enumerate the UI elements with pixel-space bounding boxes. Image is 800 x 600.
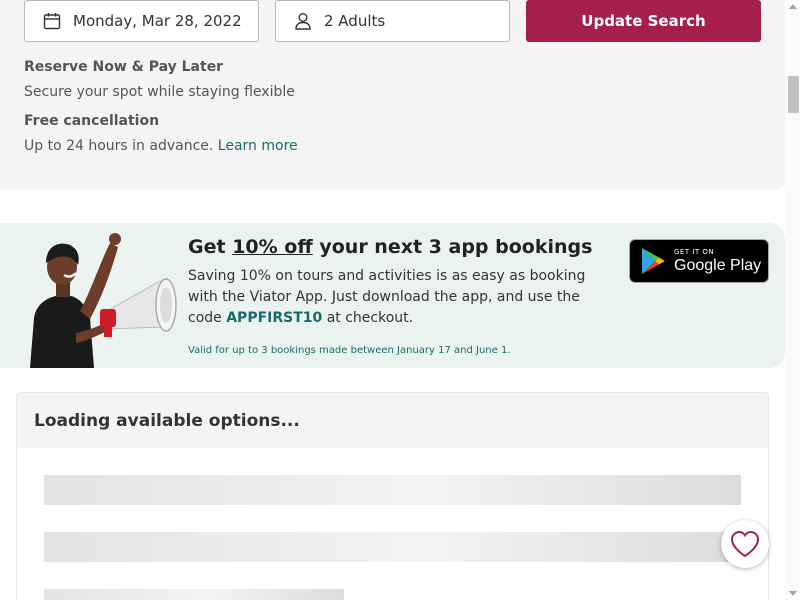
- available-options-card: Loading available options...: [16, 392, 769, 600]
- promo-fine-print: Valid for up to 3 bookings made between …: [188, 345, 511, 356]
- learn-more-link[interactable]: Learn more: [218, 138, 298, 154]
- google-play-small-text: GET IT ON: [674, 247, 715, 256]
- favorite-button[interactable]: [721, 520, 769, 568]
- page-scrollbar[interactable]: [785, 0, 800, 600]
- google-play-badge[interactable]: GET IT ON Google Play: [629, 239, 769, 283]
- guests-value: 2 Adults: [324, 12, 386, 30]
- promo-title: Get 10% off your next 3 app bookings: [188, 236, 592, 258]
- scroll-up-arrow-icon[interactable]: [789, 4, 797, 9]
- promo-title-suffix: your next 3 app bookings: [312, 236, 593, 258]
- promo-body-suffix: at checkout.: [322, 310, 414, 326]
- update-search-button[interactable]: Update Search: [526, 0, 761, 42]
- promo-title-highlight: 10% off: [232, 236, 313, 258]
- scrollbar-thumb[interactable]: [788, 76, 799, 113]
- promo-title-prefix: Get: [188, 236, 233, 258]
- loading-skeleton-line: [44, 532, 741, 562]
- options-loading-title: Loading available options...: [17, 393, 768, 448]
- scroll-down-arrow-icon[interactable]: [789, 591, 797, 596]
- cancellation-text: Up to 24 hours in advance.: [24, 138, 214, 154]
- promo-code: APPFIRST10: [226, 310, 323, 326]
- google-play-big-text: Google Play: [674, 256, 762, 274]
- perk-title-reserve: Reserve Now & Pay Later: [24, 59, 224, 75]
- loading-skeleton-line: [44, 589, 344, 600]
- date-picker-field[interactable]: Monday, Mar 28, 2022: [24, 0, 259, 42]
- promo-body: Saving 10% on tours and activities is as…: [188, 266, 618, 329]
- guests-picker-field[interactable]: 2 Adults: [275, 0, 510, 42]
- perk-text-cancellation: Up to 24 hours in advance. Learn more: [24, 138, 298, 154]
- calendar-icon: [43, 12, 61, 30]
- loading-skeleton-line: [44, 475, 741, 505]
- google-play-text: GET IT ON Google Play: [674, 247, 762, 274]
- perk-title-cancellation: Free cancellation: [24, 113, 160, 129]
- heart-icon: [730, 530, 760, 558]
- booking-panel: Monday, Mar 28, 2022 2 Adults Update Sea…: [0, 0, 785, 189]
- person-icon: [294, 12, 312, 30]
- app-promo-banner: Get 10% off your next 3 app bookings Sav…: [0, 223, 785, 368]
- date-value: Monday, Mar 28, 2022: [73, 12, 242, 30]
- promo-woman-megaphone-image: [20, 223, 180, 368]
- google-play-icon: [642, 248, 665, 274]
- perk-text-reserve: Secure your spot while staying flexible: [24, 84, 295, 100]
